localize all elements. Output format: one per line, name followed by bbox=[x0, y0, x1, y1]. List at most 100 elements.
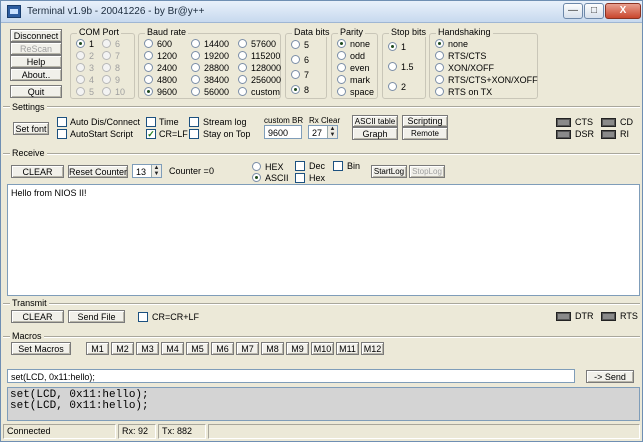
autostart-script-checkbox[interactable] bbox=[57, 129, 67, 139]
rescan-button[interactable]: ReScan bbox=[10, 42, 62, 55]
handshaking-radio-3-icon bbox=[435, 75, 444, 84]
dsr-led-icon bbox=[556, 130, 571, 139]
set-macros-button[interactable]: Set Macros bbox=[11, 342, 71, 355]
parity-radio-space-label: space bbox=[350, 87, 375, 97]
baud-radio-28800-icon bbox=[191, 63, 200, 72]
disconnect-button[interactable]: Disconnect bbox=[10, 29, 62, 42]
macro-button-m8[interactable]: M8 bbox=[261, 342, 284, 355]
dsr-label: DSR bbox=[575, 129, 595, 139]
settings-divider bbox=[3, 106, 640, 108]
start-log-button[interactable]: StartLog bbox=[371, 165, 407, 178]
maximize-button[interactable]: □ bbox=[584, 3, 604, 19]
com-port-radio-8-icon bbox=[102, 63, 111, 72]
data-bits-radio-5-icon bbox=[291, 40, 300, 49]
parity-radio-none-icon bbox=[337, 39, 346, 48]
bin-checkbox[interactable] bbox=[333, 161, 343, 171]
macro-button-m7[interactable]: M7 bbox=[236, 342, 259, 355]
ri-label: RI bbox=[620, 129, 629, 139]
hex-checkbox[interactable] bbox=[295, 173, 305, 183]
reset-counter-button[interactable]: Reset Counter bbox=[68, 165, 128, 178]
baud-radio-115200-icon bbox=[238, 51, 247, 60]
baud-radio-custom-icon bbox=[238, 87, 247, 96]
close-button[interactable]: X bbox=[605, 3, 641, 19]
baud-radio-9600-label: 9600 bbox=[157, 87, 178, 97]
com-port-radio-5-label: 5 bbox=[89, 87, 95, 97]
parity-title: Parity bbox=[338, 27, 366, 37]
counter-down-arrow-icon[interactable]: ▼ bbox=[151, 171, 161, 177]
com-port-radio-7-label: 7 bbox=[115, 51, 121, 61]
dtr-led-icon bbox=[556, 312, 571, 321]
set-font-button[interactable]: Set font bbox=[13, 122, 49, 135]
settings-title: Settings bbox=[10, 102, 47, 113]
parity-radio-odd-label: odd bbox=[350, 51, 366, 61]
about-button[interactable]: About.. bbox=[10, 68, 62, 81]
macro-button-m9[interactable]: M9 bbox=[286, 342, 309, 355]
stop-bits-title: Stop bits bbox=[389, 27, 429, 37]
baud-radio-28800-label: 28800 bbox=[204, 63, 230, 73]
help-button[interactable]: Help bbox=[10, 55, 62, 68]
auto-dis-connect-label: Auto Dis/Connect bbox=[70, 117, 141, 127]
send-file-button[interactable]: Send File bbox=[68, 310, 125, 323]
handshaking-radio-2-label: XON/XOFF bbox=[448, 63, 495, 73]
receive-ascii-radio[interactable]: ASCII bbox=[252, 172, 292, 184]
handshaking-radio-2-icon bbox=[435, 63, 444, 72]
minimize-button[interactable]: — bbox=[563, 3, 583, 19]
rts-led-icon bbox=[601, 312, 616, 321]
cr-cr-lf-checkbox[interactable] bbox=[138, 312, 148, 322]
dec-checkbox[interactable] bbox=[295, 161, 305, 171]
macro-button-m6[interactable]: M6 bbox=[211, 342, 234, 355]
macro-button-m1[interactable]: M1 bbox=[86, 342, 109, 355]
data-bits-radio-7-label: 7 bbox=[304, 70, 310, 80]
transmit-log-area[interactable]: set(LCD, 0x11:hello); set(LCD, 0x11:hell… bbox=[7, 387, 640, 421]
macro-button-m12[interactable]: M12 bbox=[361, 342, 384, 355]
time-checkbox[interactable] bbox=[146, 117, 156, 127]
com-port-radio-6-icon bbox=[102, 39, 111, 48]
stop-bits-radio-1-5-icon bbox=[388, 62, 397, 71]
macros-divider bbox=[3, 336, 640, 338]
baud-radio-57600-label: 57600 bbox=[251, 39, 277, 49]
counter-spinner[interactable]: 13 ▲ ▼ bbox=[132, 164, 162, 178]
cr-lf-checkbox[interactable]: ✓ bbox=[146, 129, 156, 139]
macro-button-m5[interactable]: M5 bbox=[186, 342, 209, 355]
baud-radio-128000-label: 128000 bbox=[251, 63, 282, 73]
com-port-title: COM Port bbox=[77, 27, 122, 37]
remote-button[interactable]: Remote bbox=[402, 127, 448, 140]
quit-button[interactable]: Quit bbox=[10, 85, 62, 98]
data-bits-radio-8-icon bbox=[291, 85, 300, 94]
ascii-table-button[interactable]: ASCII table bbox=[352, 115, 398, 127]
data-bits-title: Data bits bbox=[292, 27, 332, 37]
stream-log-checkbox[interactable] bbox=[189, 117, 199, 127]
scripting-button[interactable]: Scripting bbox=[402, 115, 448, 127]
macro-button-m10[interactable]: M10 bbox=[311, 342, 334, 355]
receive-clear-button[interactable]: CLEAR bbox=[11, 165, 64, 178]
handshaking-radio-0-label: none bbox=[448, 39, 469, 49]
macro-button-m4[interactable]: M4 bbox=[161, 342, 184, 355]
receive-text-area[interactable]: Hello from NIOS II! bbox=[7, 184, 640, 296]
auto-dis-connect-checkbox[interactable] bbox=[57, 117, 67, 127]
rts-label: RTS bbox=[620, 311, 638, 321]
title-bar[interactable]: Terminal v1.9b - 20041226 - by Br@y++ — … bbox=[1, 1, 642, 23]
data-bits-radio-7-icon bbox=[291, 70, 300, 79]
baud-radio-600-label: 600 bbox=[157, 39, 173, 49]
dtr-label: DTR bbox=[575, 311, 594, 321]
transmit-clear-button[interactable]: CLEAR bbox=[11, 310, 64, 323]
com-port-radio-9-icon bbox=[102, 75, 111, 84]
graph-button[interactable]: Graph bbox=[352, 127, 398, 140]
macro-button-m11[interactable]: M11 bbox=[336, 342, 359, 355]
stop-log-button[interactable]: StopLog bbox=[409, 165, 445, 178]
custom-br-input[interactable]: 9600 bbox=[264, 125, 302, 139]
stay-on-top-checkbox[interactable] bbox=[189, 129, 199, 139]
cts-label: CTS bbox=[575, 117, 593, 127]
status-bar: Connected Rx: 92 Tx: 882 bbox=[3, 424, 640, 439]
terminal-window: Terminal v1.9b - 20041226 - by Br@y++ — … bbox=[0, 0, 643, 442]
parity-radio-space-icon bbox=[337, 87, 346, 96]
send-button[interactable]: -> Send bbox=[586, 370, 634, 383]
parity-radio-mark-icon bbox=[337, 75, 346, 84]
status-empty bbox=[208, 424, 640, 439]
stay-on-top-label: Stay on Top bbox=[203, 129, 251, 139]
rx-clear-spinner[interactable]: 27 ▲ ▼ bbox=[308, 125, 338, 139]
send-input[interactable]: set(LCD, 0x11:hello); bbox=[7, 369, 575, 383]
macro-button-m2[interactable]: M2 bbox=[111, 342, 134, 355]
rx-clear-down-arrow-icon[interactable]: ▼ bbox=[327, 132, 337, 138]
macro-button-m3[interactable]: M3 bbox=[136, 342, 159, 355]
